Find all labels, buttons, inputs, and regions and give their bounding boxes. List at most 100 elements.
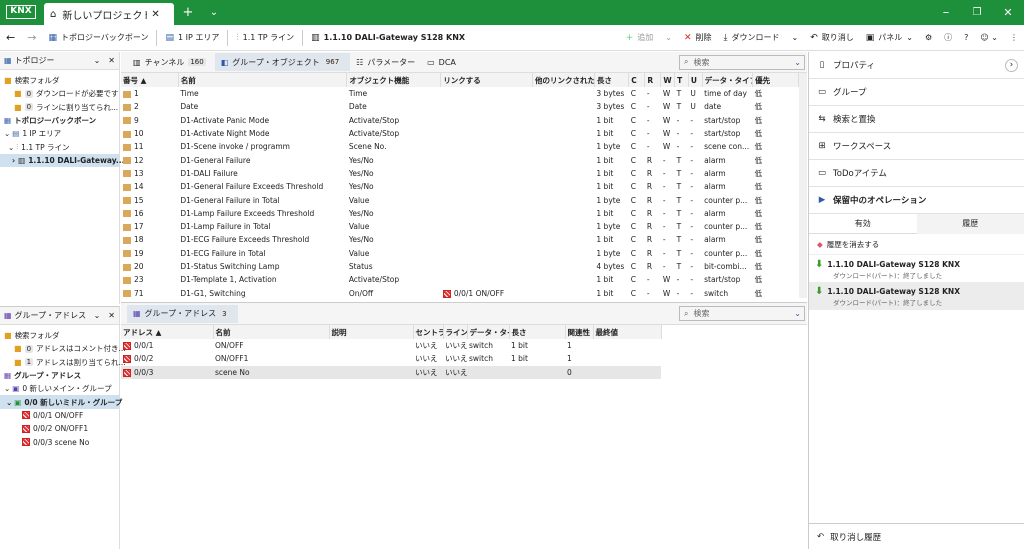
chevron-down-icon[interactable]: ⌄ — [4, 384, 10, 393]
properties-item[interactable]: ▯ プロパティ › — [809, 52, 1024, 79]
chevron-right-icon[interactable]: › — [12, 156, 15, 165]
tree-download-needed[interactable]: ■ 0 ダウンロードが必要です — [0, 87, 119, 100]
tab-channels[interactable]: ▥ チャンネル 160 — [127, 53, 215, 71]
search-replace-item[interactable]: ⇆ 検索と置換 — [809, 106, 1024, 133]
table-row[interactable]: 1 Time Time 3 bytes C - W T Utime of day 低 — [121, 87, 799, 100]
col-function[interactable]: オブジェクト機能 — [346, 73, 442, 87]
objects-search-input[interactable]: ⌕ 検索 ⌄ — [679, 54, 805, 70]
table-row[interactable]: 0/0/2 ON/OFF1 いいえ いいえ switch 1 bit 1 — [121, 352, 661, 365]
back-icon[interactable]: ← — [0, 25, 21, 51]
ga-unassigned[interactable]: ■ 1 アドレスは割り当てられ... — [0, 356, 126, 369]
chevron-down-icon[interactable]: ⌄ — [94, 311, 101, 320]
network-icon[interactable]: ⚙ — [919, 25, 938, 51]
table-row[interactable]: 2 Date Date 3 bytes C - W T Udate 低 — [121, 100, 799, 113]
table-row[interactable]: 19 D1-ECG Failure in Total Value 1 byte C R - T… — [121, 247, 799, 260]
table-row[interactable]: 17 D1-Lamp Failure in Total Value 1 byte C R -… — [121, 220, 799, 233]
col-relevance[interactable]: 関連性 — [565, 325, 594, 339]
table-row[interactable]: 23 D1-Template 1, Activation Activate/Stop… — [121, 273, 799, 286]
history-entry-1[interactable]: ⬇ 1.1.10 DALI-Gateway S128 KNX ダウンロード(パート… — [809, 254, 1024, 282]
chevron-right-icon[interactable]: › — [1005, 58, 1018, 72]
tab-parameters[interactable]: ☷ パラメーター — [350, 53, 421, 71]
tree-ip-area[interactable]: ⌄ ▤ 1 IP エリア — [0, 127, 119, 140]
group-item[interactable]: ▭ グループ — [809, 79, 1024, 106]
tab-group-addresses[interactable]: ▦ グループ・アドレス 3 — [127, 304, 238, 323]
col-name[interactable]: 名前 — [178, 73, 348, 87]
tab-history[interactable]: 履歴 — [916, 213, 1024, 234]
tree-line-unassigned[interactable]: ■ 0 ラインに割り当てられ... — [0, 101, 119, 114]
col-length[interactable]: 長さ — [594, 73, 630, 87]
more-icon[interactable]: ⋮ — [1004, 25, 1024, 51]
col-last-value[interactable]: 最終値 — [593, 325, 662, 339]
col-w[interactable]: W — [660, 73, 676, 87]
ga-search-folder[interactable]: ■ 検索フォルダ — [0, 329, 119, 342]
col-link[interactable]: リンクする — [440, 73, 534, 87]
chevron-down-icon[interactable]: ⌄ — [4, 129, 10, 138]
col-ga-datatype[interactable]: データ・タイプ — [467, 325, 510, 339]
clear-history-button[interactable]: ◆ 履歴を消去する — [809, 234, 1024, 254]
tab-group-objects[interactable]: ◧ グループ・オブジェクト 967 — [214, 53, 351, 71]
table-row[interactable]: 16 D1-Lamp Failure Exceeds Threshold Yes/N… — [121, 207, 799, 220]
undo-history-item[interactable]: ↶ 取り消し履歴 — [809, 523, 1024, 549]
col-ga-length[interactable]: 長さ — [509, 325, 566, 339]
breadcrumb-line[interactable]: ⫶ 1.1 TP ライン — [230, 25, 300, 51]
ga-root[interactable]: ▦ グループ・アドレス — [0, 369, 119, 382]
table-row[interactable]: 11 D1-Scene invoke / programm Scene No. 1 b… — [121, 140, 799, 153]
ga-item-1[interactable]: 0/0/1 ON/OFF — [0, 409, 119, 422]
col-other-links[interactable]: 他のリンクされた... — [532, 73, 595, 87]
tab-active-ops[interactable]: 有効 — [809, 214, 917, 234]
col-description[interactable]: 説明 — [329, 325, 414, 339]
table-row[interactable]: 18 D1-ECG Failure Exceeds Threshold Yes/No… — [121, 233, 799, 246]
ga-item-3[interactable]: 0/0/3 scene No — [0, 435, 119, 448]
table-row[interactable]: 20 D1-Status Switching Lamp Status 4 bytes C… — [121, 260, 799, 273]
forward-icon[interactable]: → — [21, 25, 42, 51]
user-icon[interactable]: ☺ ⌄ — [974, 25, 1004, 51]
table-row[interactable]: 14 D1-General Failure Exceeds Threshold Ye… — [121, 180, 799, 193]
restore-icon[interactable]: ❐ — [965, 2, 989, 24]
col-address[interactable]: アドレス ▲ — [121, 325, 214, 339]
minimize-icon[interactable]: – — [934, 2, 958, 24]
col-c[interactable]: C — [628, 73, 646, 87]
history-entry-2[interactable]: ⬇ 1.1.10 DALI-Gateway S128 KNX ダウンロード(パート… — [809, 282, 1024, 310]
tab-dca[interactable]: ▭ DCA — [421, 53, 462, 71]
breadcrumb-backbone[interactable]: ▦ トポロジーバックボーン — [42, 25, 154, 51]
chevron-down-icon[interactable]: ⌄ — [8, 143, 14, 152]
close-icon[interactable]: ✕ — [151, 9, 159, 20]
close-icon[interactable]: ✕ — [108, 311, 115, 320]
col-number[interactable]: 番号 ▲ — [121, 73, 179, 87]
col-t[interactable]: T — [674, 73, 689, 87]
col-central[interactable]: セントラル — [413, 325, 444, 339]
workspace-item[interactable]: ⊞ ワークスペース — [809, 133, 1024, 160]
addresses-search-input[interactable]: ⌕ 検索 ⌄ — [679, 306, 805, 321]
table-row[interactable]: 15 D1-General Failure in Total Value 1 byte… — [121, 193, 799, 206]
close-icon[interactable]: ✕ — [108, 56, 115, 65]
download-button[interactable]: ⤓ ダウンロード — [718, 25, 786, 51]
add-dropdown-icon[interactable]: ⌄ — [659, 25, 678, 51]
table-row[interactable]: 10 D1-Activate Night Mode Activate/Stop 1 b… — [121, 127, 799, 140]
add-button[interactable]: + 追加 — [620, 25, 660, 51]
pending-operations-item[interactable]: ▶ 保留中のオペレーション — [809, 187, 1024, 214]
table-row[interactable]: 0/0/3 scene No いいえ いいえ 0 — [121, 365, 661, 379]
ga-commented[interactable]: ■ 0 アドレスはコメント付き... — [0, 342, 126, 355]
table-row[interactable]: 0/0/1 ON/OFF いいえ いいえ switch 1 bit 1 — [121, 339, 661, 352]
info-icon[interactable]: ⓘ — [938, 25, 958, 51]
table-row[interactable]: 71 D1-G1, Switching On/Off 0/0/1 ON/OFF 1 bi… — [121, 286, 799, 299]
ga-main-group[interactable]: ⌄ ▣ 0 新しいメイン・グループ — [0, 382, 119, 395]
col-ga-name[interactable]: 名前 — [213, 325, 330, 339]
col-priority[interactable]: 優先 — [752, 73, 799, 87]
chevron-down-icon[interactable]: ⌄ — [6, 398, 12, 407]
tree-search-folder[interactable]: ■ 検索フォルダ — [0, 74, 119, 87]
new-tab-icon[interactable]: + — [176, 2, 200, 24]
chevron-down-icon[interactable]: ⌄ — [94, 56, 101, 65]
undo-button[interactable]: ↶ 取り消し — [804, 25, 860, 51]
breadcrumb-device[interactable]: ▥ 1.1.10 DALI-Gateway S128 KNX — [305, 25, 471, 51]
table-row[interactable]: 9 D1-Activate Panic Mode Activate/Stop 1 bi… — [121, 114, 799, 127]
ga-item-2[interactable]: 0/0/2 ON/OFF1 — [0, 422, 119, 435]
chevron-down-icon[interactable]: ⌄ — [794, 309, 801, 318]
project-tab[interactable]: ⌂ 新しいプロジェクト... ✕ — [44, 3, 174, 25]
col-datatype[interactable]: データ・タイプ — [702, 73, 754, 87]
chevron-down-icon[interactable]: ⌄ — [202, 2, 226, 24]
tree-dali-gateway[interactable]: › ▥ 1.1.10 DALI-Gateway... — [0, 153, 124, 168]
tree-tp-line[interactable]: ⌄ ⫶ 1.1 TP ライン — [0, 140, 119, 153]
col-r[interactable]: R — [644, 73, 662, 87]
download-dropdown-icon[interactable]: ⌄ — [786, 25, 805, 51]
